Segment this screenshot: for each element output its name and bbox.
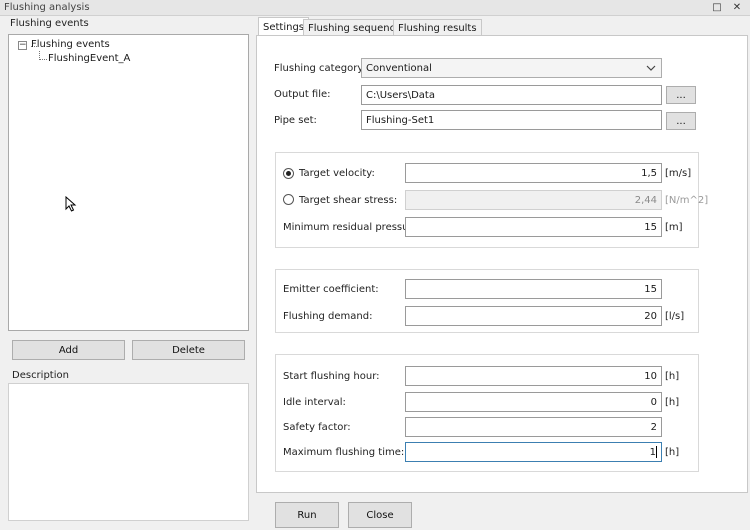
target-velocity-radio[interactable] xyxy=(283,168,294,179)
tree-item-root[interactable]: Flushing events xyxy=(31,39,110,50)
safety-factor-label: Safety factor: xyxy=(283,422,351,433)
radio-selected-dot xyxy=(286,171,291,176)
output-file-label: Output file: xyxy=(274,89,331,100)
pipe-set-input[interactable]: Flushing-Set1 xyxy=(361,110,662,130)
window-title: Flushing analysis xyxy=(4,2,90,13)
events-tree[interactable]: − Flushing events FlushingEvent_A xyxy=(8,34,249,331)
maximize-icon[interactable]: □ xyxy=(710,1,724,15)
flushing-demand-unit: [l/s] xyxy=(665,311,685,322)
start-hour-label: Start flushing hour: xyxy=(283,371,380,382)
safety-factor-input[interactable]: 2 xyxy=(405,417,662,437)
title-bar: Flushing analysis □ ✕ xyxy=(0,0,750,16)
min-pressure-label: Minimum residual pressure: xyxy=(283,222,422,233)
tree-item-flushing-event-a[interactable]: FlushingEvent_A xyxy=(48,53,130,64)
flushing-category-select[interactable]: Conventional xyxy=(361,58,662,78)
target-shear-unit: [N/m^2] xyxy=(665,195,709,206)
tab-settings[interactable]: Settings xyxy=(258,17,310,37)
idle-interval-input[interactable]: 0 xyxy=(405,392,662,412)
text-caret xyxy=(656,446,657,458)
mouse-pointer-icon xyxy=(65,196,77,212)
delete-button[interactable]: Delete xyxy=(132,340,245,360)
flushing-demand-label: Flushing demand: xyxy=(283,311,373,322)
close-button[interactable]: Close xyxy=(348,502,412,528)
min-pressure-input[interactable]: 15 xyxy=(405,217,662,237)
collapse-toggle-icon[interactable]: − xyxy=(18,41,27,50)
close-icon[interactable]: ✕ xyxy=(730,1,744,15)
target-shear-input: 2,44 xyxy=(405,190,662,210)
pipe-set-browse-button[interactable]: ... xyxy=(666,112,696,130)
target-velocity-input[interactable]: 1,5 xyxy=(405,163,662,183)
description-textarea[interactable] xyxy=(8,383,249,521)
max-flushing-time-unit: [h] xyxy=(665,447,680,458)
pipe-set-label: Pipe set: xyxy=(274,115,317,126)
flushing-category-value: Conventional xyxy=(366,62,432,74)
target-velocity-unit: [m/s] xyxy=(665,168,692,179)
add-button[interactable]: Add xyxy=(12,340,125,360)
emitter-coefficient-input[interactable]: 15 xyxy=(405,279,662,299)
min-pressure-unit: [m] xyxy=(665,222,683,233)
start-hour-input[interactable]: 10 xyxy=(405,366,662,386)
idle-interval-unit: [h] xyxy=(665,397,680,408)
chevron-down-icon xyxy=(646,65,656,71)
emitter-coefficient-label: Emitter coefficient: xyxy=(283,284,379,295)
tree-connector xyxy=(39,51,47,60)
target-shear-label: Target shear stress: xyxy=(299,195,398,206)
output-file-browse-button[interactable]: ... xyxy=(666,86,696,104)
max-flushing-time-label: Maximum flushing time: xyxy=(283,447,405,458)
run-button[interactable]: Run xyxy=(275,502,339,528)
max-flushing-time-input[interactable]: 1 xyxy=(405,442,662,462)
description-label: Description xyxy=(12,370,69,381)
flushing-demand-input[interactable]: 20 xyxy=(405,306,662,326)
events-group-label: Flushing events xyxy=(10,18,89,29)
flushing-category-label: Flushing category: xyxy=(274,63,366,74)
idle-interval-label: Idle interval: xyxy=(283,397,346,408)
start-hour-unit: [h] xyxy=(665,371,680,382)
target-shear-radio[interactable] xyxy=(283,194,294,205)
output-file-input[interactable]: C:\Users\Data xyxy=(361,85,662,105)
target-velocity-label: Target velocity: xyxy=(299,168,375,179)
